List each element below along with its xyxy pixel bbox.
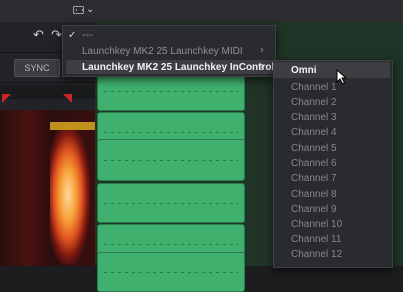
timeline-ruler[interactable] — [0, 85, 95, 99]
menu-item-label: Omni — [291, 65, 317, 76]
menu-item-channel-9[interactable]: Channel 9 — [291, 204, 337, 215]
menu-item-launchkey-midi[interactable]: Launchkey MK2 25 Launchkey MIDI — [82, 46, 243, 57]
midi-clip[interactable] — [97, 139, 245, 181]
menu-item-channel-12[interactable]: Channel 12 — [291, 249, 342, 260]
mouse-cursor-icon — [336, 69, 348, 85]
undo-icon[interactable]: ↶ — [33, 27, 44, 43]
audio-waveform — [50, 125, 90, 265]
divider — [0, 82, 95, 83]
menu-item-label: Launchkey MK2 25 Launchkey InControl — [82, 62, 275, 73]
menu-item-channel-3[interactable]: Channel 3 — [291, 112, 337, 123]
menu-item-channel-7[interactable]: Channel 7 — [291, 173, 337, 184]
menu-item-channel-1[interactable]: Channel 1 — [291, 82, 337, 93]
midi-clip[interactable] — [97, 71, 245, 111]
waveform-header-strip — [50, 122, 96, 130]
menu-item-channel-8[interactable]: Channel 8 — [291, 189, 337, 200]
keyboard-icon[interactable] — [73, 6, 84, 14]
redo-icon[interactable]: ↷ — [51, 27, 62, 43]
midi-clip[interactable] — [97, 252, 245, 292]
menu-item-channel-2[interactable]: Channel 2 — [291, 97, 337, 108]
chevron-right-icon: › — [260, 44, 264, 56]
midi-clip[interactable] — [97, 183, 245, 223]
menu-item-channel-11[interactable]: Channel 11 — [291, 234, 341, 245]
checkmark-icon: ✓ — [68, 30, 77, 41]
menu-item-channel-5[interactable]: Channel 5 — [291, 143, 337, 154]
menu-item-none[interactable]: --- — [82, 29, 93, 41]
loop-end-marker[interactable] — [63, 94, 72, 103]
loop-start-marker[interactable] — [2, 94, 11, 103]
sync-button[interactable]: SYNC — [14, 59, 60, 77]
chevron-down-icon[interactable]: ⌄ — [86, 4, 94, 15]
menu-item-channel-10[interactable]: Channel 10 — [291, 219, 342, 230]
top-toolbar — [0, 0, 403, 23]
menu-item-channel-4[interactable]: Channel 4 — [291, 127, 337, 138]
chevron-right-icon: › — [260, 60, 264, 72]
menu-item-channel-6[interactable]: Channel 6 — [291, 158, 337, 169]
